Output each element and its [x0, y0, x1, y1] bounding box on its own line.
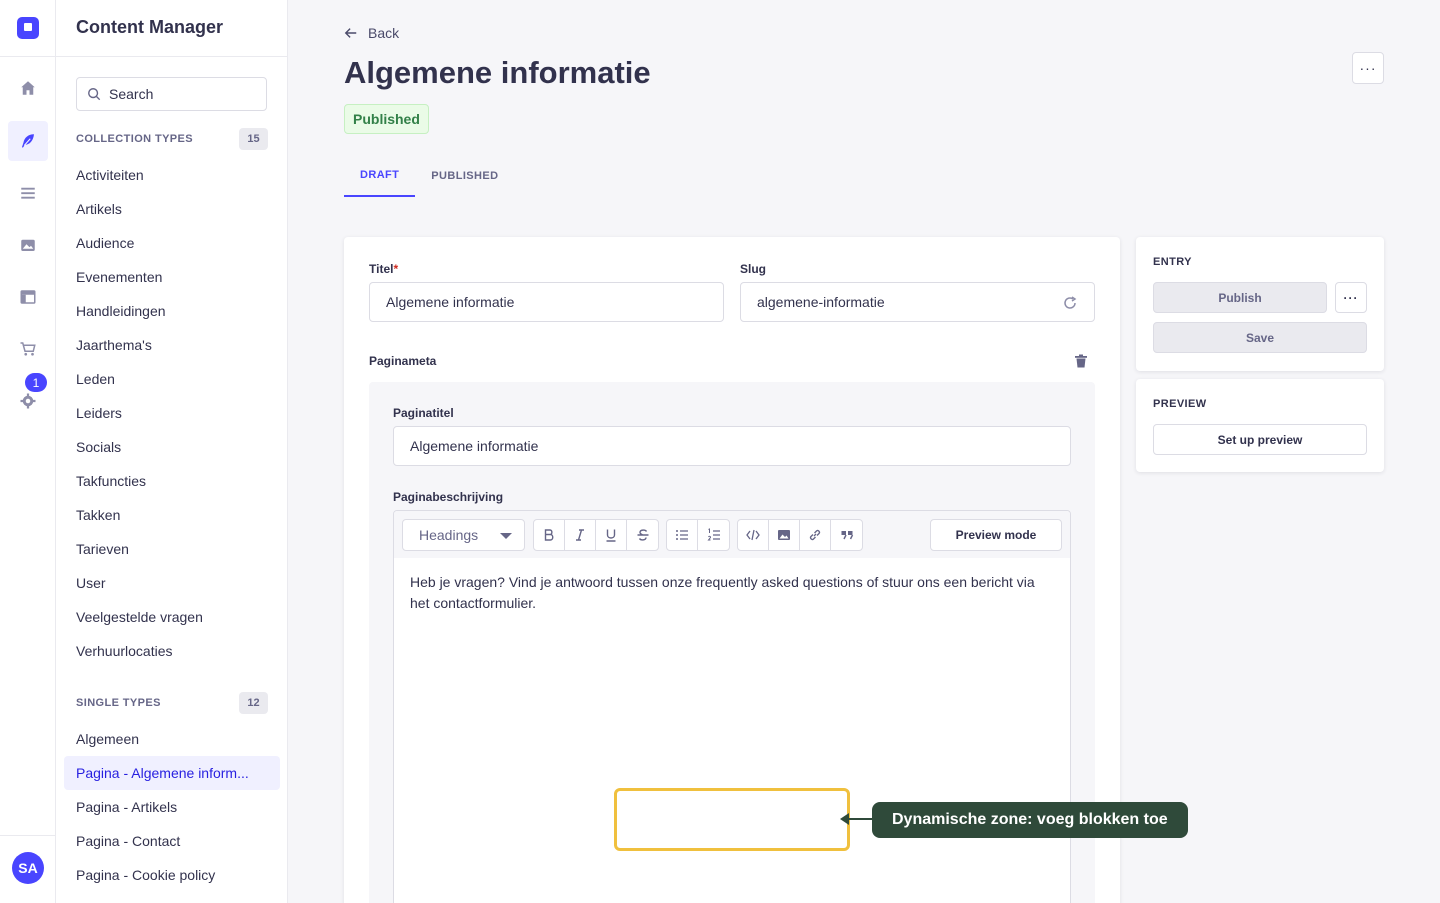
- image-icon[interactable]: [769, 520, 800, 550]
- sidebar-item[interactable]: Jaarthema's: [64, 328, 280, 362]
- bold-icon[interactable]: [534, 520, 565, 550]
- sidebar-item[interactable]: Audience: [64, 226, 280, 260]
- link-icon[interactable]: [800, 520, 831, 550]
- paginabeschrijving-label: Paginabeschrijving: [393, 490, 504, 504]
- sidebar-item[interactable]: Pagina - Contact: [64, 824, 280, 858]
- single-types-header[interactable]: SINGLE TYPES 12: [76, 692, 268, 714]
- sidebar-item[interactable]: Handleidingen: [64, 294, 280, 328]
- entry-panel: ENTRY Publish ··· Save: [1136, 237, 1384, 371]
- sidebar-item[interactable]: Socials: [64, 430, 280, 464]
- insert-group: [737, 519, 863, 551]
- caret-down-icon: [500, 533, 512, 539]
- sidebar-item[interactable]: Veelgestelde vragen: [64, 600, 280, 634]
- sidebar-item[interactable]: Pagina - Artikels: [64, 790, 280, 824]
- divider: [0, 56, 56, 57]
- underline-icon[interactable]: [596, 520, 627, 550]
- divider: [56, 56, 287, 57]
- content-manager-feather-icon[interactable]: [8, 121, 48, 161]
- code-icon[interactable]: [738, 520, 769, 550]
- dynamic-zone-callout: Dynamische zone: voeg blokken toe: [872, 802, 1188, 838]
- editor-toolbar: Headings Preview mode: [394, 511, 1070, 558]
- titel-input[interactable]: [386, 294, 723, 310]
- preview-label: PREVIEW: [1153, 398, 1207, 410]
- sidebar-item[interactable]: Artikels: [64, 192, 280, 226]
- subnav-search[interactable]: [76, 77, 267, 111]
- entry-more-button[interactable]: ···: [1335, 282, 1367, 313]
- strikethrough-icon[interactable]: [627, 520, 658, 550]
- arrow-left-icon: [344, 28, 357, 38]
- sidebar-item[interactable]: Pagina - Cookie policy: [64, 858, 280, 892]
- callout-arrow-icon: [840, 813, 872, 825]
- save-button[interactable]: Save: [1153, 322, 1367, 353]
- collection-types-label: COLLECTION TYPES: [76, 133, 194, 145]
- publish-button[interactable]: Publish: [1153, 282, 1327, 313]
- layout-icon[interactable]: [8, 277, 48, 317]
- sidebar-item[interactable]: Takken: [64, 498, 280, 532]
- collection-types-list: Activiteiten Artikels Audience Evenementen H…: [64, 158, 280, 668]
- bullet-list-icon[interactable]: [667, 520, 698, 550]
- notification-badge: 1: [25, 373, 47, 392]
- collection-types-header[interactable]: COLLECTION TYPES 15: [76, 128, 268, 150]
- required-mark: *: [393, 262, 399, 276]
- preview-mode-button[interactable]: Preview mode: [930, 519, 1062, 551]
- status-badge: Published: [344, 104, 429, 134]
- version-tabs: DRAFT PUBLISHED: [344, 155, 514, 197]
- list-group: [666, 519, 730, 551]
- paginatitel-label: Paginatitel: [393, 406, 454, 420]
- cart-icon[interactable]: [8, 329, 48, 369]
- user-avatar[interactable]: SA: [12, 852, 44, 884]
- subnav-title: Content Manager: [76, 17, 224, 37]
- search-icon: [88, 88, 101, 101]
- tab-draft[interactable]: DRAFT: [344, 155, 416, 197]
- paginatitel-input[interactable]: [410, 438, 1070, 454]
- headings-select-value: Headings: [419, 527, 479, 543]
- titel-field[interactable]: [369, 282, 724, 322]
- sidebar-item[interactable]: Algemeen: [64, 722, 280, 756]
- sidebar-item[interactable]: Activiteiten: [64, 158, 280, 192]
- trash-icon[interactable]: [1074, 354, 1088, 368]
- divider: [0, 835, 56, 836]
- page-title: Algemene informatie: [344, 55, 651, 90]
- titel-label: Titel*: [369, 262, 399, 276]
- editor-content[interactable]: Heb je vragen? Vind je antwoord tussen o…: [410, 572, 1050, 614]
- dynamic-zone-highlight: [614, 788, 850, 851]
- sidebar-item[interactable]: Tarieven: [64, 532, 280, 566]
- sidebar-item[interactable]: User: [64, 566, 280, 600]
- main-nav-rail: 1 SA: [0, 0, 56, 903]
- sidebar-item[interactable]: Leiders: [64, 396, 280, 430]
- preview-panel: PREVIEW Set up preview: [1136, 379, 1384, 472]
- home-icon[interactable]: [8, 68, 48, 108]
- sidebar-item[interactable]: Leden: [64, 362, 280, 396]
- set-up-preview-button[interactable]: Set up preview: [1153, 424, 1367, 455]
- sidebar-item[interactable]: Verhuurlocaties: [64, 634, 280, 668]
- strapi-logo-icon[interactable]: [17, 17, 39, 39]
- sidebar-item[interactable]: Pagina - Algemene inform...: [64, 756, 280, 790]
- slug-label: Slug: [740, 262, 766, 276]
- single-types-list: Algemeen Pagina - Algemene inform... Pagin…: [64, 722, 280, 892]
- quote-icon[interactable]: [831, 520, 862, 550]
- headings-select[interactable]: Headings: [402, 519, 525, 551]
- sidebar-item[interactable]: Takfuncties: [64, 464, 280, 498]
- content-type-builder-icon[interactable]: [8, 173, 48, 213]
- sidebar-item[interactable]: Evenementen: [64, 260, 280, 294]
- paginatitel-field[interactable]: [393, 426, 1071, 466]
- text-format-group: [533, 519, 659, 551]
- content-manager-subnav: Content Manager COLLECTION TYPES 15 Acti…: [56, 0, 288, 903]
- regenerate-icon[interactable]: [1062, 295, 1078, 311]
- italic-icon[interactable]: [565, 520, 596, 550]
- slug-field[interactable]: [740, 282, 1095, 322]
- paginameta-label: Paginameta: [369, 354, 437, 368]
- back-label: Back: [368, 25, 400, 41]
- search-input[interactable]: [109, 86, 259, 102]
- back-link[interactable]: Back: [344, 25, 399, 41]
- entry-label: ENTRY: [1153, 256, 1192, 268]
- more-actions-button[interactable]: ···: [1352, 52, 1384, 84]
- single-types-label: SINGLE TYPES: [76, 697, 161, 709]
- single-types-count: 12: [239, 692, 268, 714]
- media-library-icon[interactable]: [8, 225, 48, 265]
- tab-published[interactable]: PUBLISHED: [415, 155, 514, 197]
- slug-input[interactable]: [757, 294, 1094, 310]
- numbered-list-icon[interactable]: [698, 520, 729, 550]
- collection-types-count: 15: [239, 128, 268, 150]
